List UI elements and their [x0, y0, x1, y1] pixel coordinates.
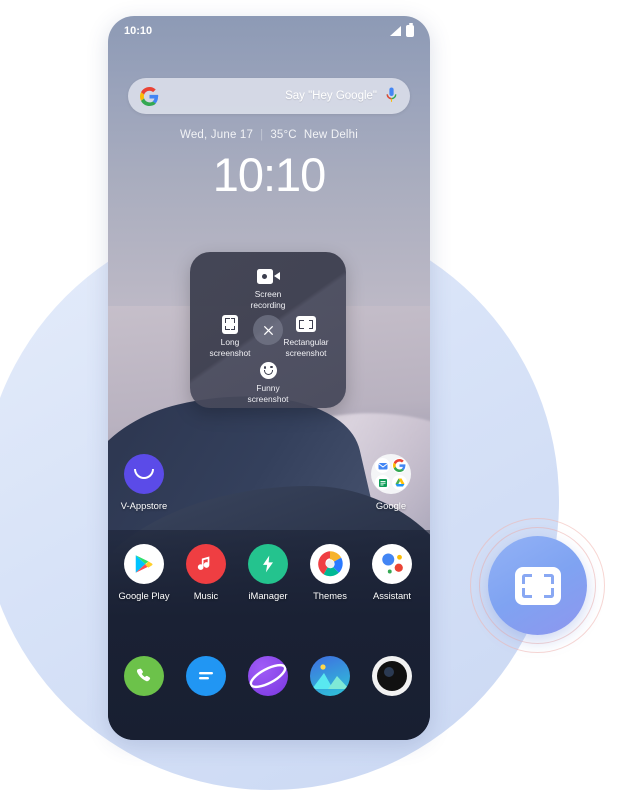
- google-search-bar[interactable]: Say "Hey Google": [128, 78, 410, 114]
- music-icon: [186, 544, 226, 584]
- themes-icon: [310, 544, 350, 584]
- app-folder-google[interactable]: Google: [360, 454, 422, 511]
- option-funny-screenshot[interactable]: Funny screenshot: [232, 360, 304, 404]
- option-label-line2: recording: [250, 299, 286, 310]
- browser-planet-icon: [248, 656, 288, 696]
- search-hint-text: Say "Hey Google": [285, 90, 377, 102]
- dock-messages[interactable]: [175, 656, 237, 696]
- messages-icon: [186, 656, 226, 696]
- folder-mini-icon: [392, 475, 407, 490]
- option-screen-recording[interactable]: Screen recording: [232, 266, 304, 310]
- screenshot-options-panel: Screen recording Long screenshot Rectang…: [190, 252, 346, 408]
- app-themes[interactable]: Themes: [299, 544, 361, 601]
- app-label: V-Appstore: [120, 500, 168, 511]
- app-assistant[interactable]: Assistant: [361, 544, 423, 601]
- close-panel-button[interactable]: [253, 315, 283, 345]
- app-label: Music: [193, 590, 219, 601]
- app-label: Themes: [313, 590, 347, 601]
- dock-gallery[interactable]: [299, 656, 361, 696]
- smiley-face-icon: [232, 360, 304, 380]
- folder-mini-icon: [375, 475, 390, 490]
- app-label: Assistant: [372, 590, 412, 601]
- date-weather-line: Wed, June 17 | 35°C New Delhi: [108, 129, 430, 141]
- folder-mini-icon: [375, 458, 390, 473]
- screenshot-stage: 10:10 Say "Hey Google" Wed, June 17 | 35…: [0, 0, 637, 802]
- app-imanager[interactable]: iManager: [237, 544, 299, 601]
- folder-mini-icon: [392, 458, 407, 473]
- imanager-icon: [248, 544, 288, 584]
- app-label: Google: [375, 500, 407, 511]
- option-label-line2: screenshot: [209, 347, 251, 358]
- google-play-icon: [124, 544, 164, 584]
- separator: |: [260, 129, 264, 141]
- app-label: Google Play: [118, 590, 170, 601]
- video-camera-icon: [232, 266, 304, 286]
- dock-camera[interactable]: [361, 656, 423, 696]
- dock-browser[interactable]: [237, 656, 299, 696]
- temperature-text: 35°C: [270, 129, 297, 141]
- battery-icon: [406, 23, 414, 37]
- gallery-icon: [310, 656, 350, 696]
- google-assistant-icon: [372, 544, 412, 584]
- camera-icon: [372, 656, 412, 696]
- app-v-appstore[interactable]: V-Appstore: [113, 454, 175, 511]
- close-x-icon: [263, 325, 273, 335]
- phone-mockup: 10:10 Say "Hey Google" Wed, June 17 | 35…: [108, 16, 430, 740]
- option-label-line1: Screen: [254, 289, 282, 299]
- floating-capture-button[interactable]: [488, 536, 587, 635]
- google-folder-icon: [371, 454, 411, 494]
- screenshot-capture-icon: [514, 566, 561, 605]
- app-music[interactable]: Music: [175, 544, 237, 601]
- v-appstore-icon: [124, 454, 164, 494]
- status-bar-time: 10:10: [124, 25, 153, 37]
- app-label: iManager: [248, 590, 288, 601]
- option-label-line2: screenshot: [285, 347, 327, 358]
- clock-widget-time[interactable]: 10:10: [108, 147, 430, 202]
- status-bar: 10:10: [108, 16, 430, 46]
- phone-icon: [124, 656, 164, 696]
- app-google-play[interactable]: Google Play: [113, 544, 175, 601]
- option-label-line1: Funny: [256, 383, 280, 393]
- city-text: New Delhi: [303, 129, 359, 141]
- google-g-icon: [140, 86, 159, 106]
- option-label-line2: screenshot: [247, 393, 289, 404]
- signal-bars-icon: [390, 26, 401, 36]
- dock-phone[interactable]: [113, 656, 175, 696]
- microphone-icon[interactable]: [385, 87, 398, 105]
- option-label-line1: Rectangular: [283, 337, 329, 347]
- floating-capture-button-wrapper: [470, 518, 605, 653]
- date-text: Wed, June 17: [179, 129, 254, 141]
